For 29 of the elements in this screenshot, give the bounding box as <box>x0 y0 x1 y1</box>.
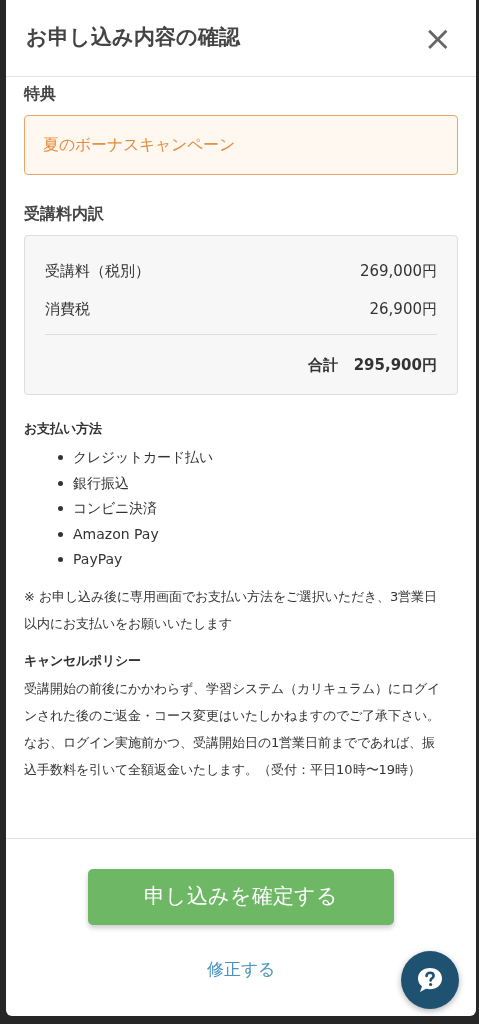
fee-amount: 26,900円 <box>369 298 437 320</box>
bullet-icon <box>58 531 63 537</box>
section-heading: 受講料内訳 <box>24 203 105 225</box>
cancel-policy-text: 受講開始の前後にかかわらず、学習システム（カリキュラム）にログインされた後のご返金・コース変更はいたしかねますのでご了承下さい。なお、ログイン実施前かつ、受講開始日の1営業日前までであれば、振込手数料を引いて全額返金いたします。（受付：平日10時〜19時） <box>24 679 441 779</box>
help-chat-button[interactable] <box>401 951 459 1009</box>
total-label: 合計 <box>307 354 338 376</box>
total-value: 295,900円 <box>353 354 437 376</box>
edit-link[interactable]: 修正する <box>207 957 275 983</box>
close-button[interactable]: × <box>419 21 456 55</box>
fee-label: 受講料（税別） <box>45 260 150 282</box>
fee-amount: 269,000円 <box>359 260 437 282</box>
payment-note: ※ お申し込み後に専用画面でお支払い方法をご選択いただき、3営業日以内にお支払いをお願いいたします <box>24 587 439 633</box>
fee-label: 消費税 <box>45 298 90 320</box>
payment-method: クレジットカード払い <box>73 448 213 467</box>
bullet-icon <box>58 557 63 563</box>
section-heading: 特典 <box>24 83 57 105</box>
question-bubble-icon <box>415 965 445 995</box>
bullet-icon <box>58 455 63 461</box>
cancel-policy-heading: キャンセルポリシー <box>24 651 142 670</box>
payment-method: Amazon Pay <box>73 524 159 544</box>
payment-method: PayPay <box>73 550 123 569</box>
confirm-button[interactable]: 申し込みを確定する <box>88 869 394 925</box>
modal-title: お申し込み内容の確認 <box>26 24 240 52</box>
campaign-label: 夏のボーナスキャンペーン <box>24 115 458 175</box>
payment-heading: お支払い方法 <box>24 420 103 438</box>
bullet-icon <box>58 480 63 486</box>
bullet-icon <box>58 506 63 512</box>
payment-method: コンビニ決済 <box>73 499 157 518</box>
payment-method: 銀行振込 <box>73 473 129 493</box>
